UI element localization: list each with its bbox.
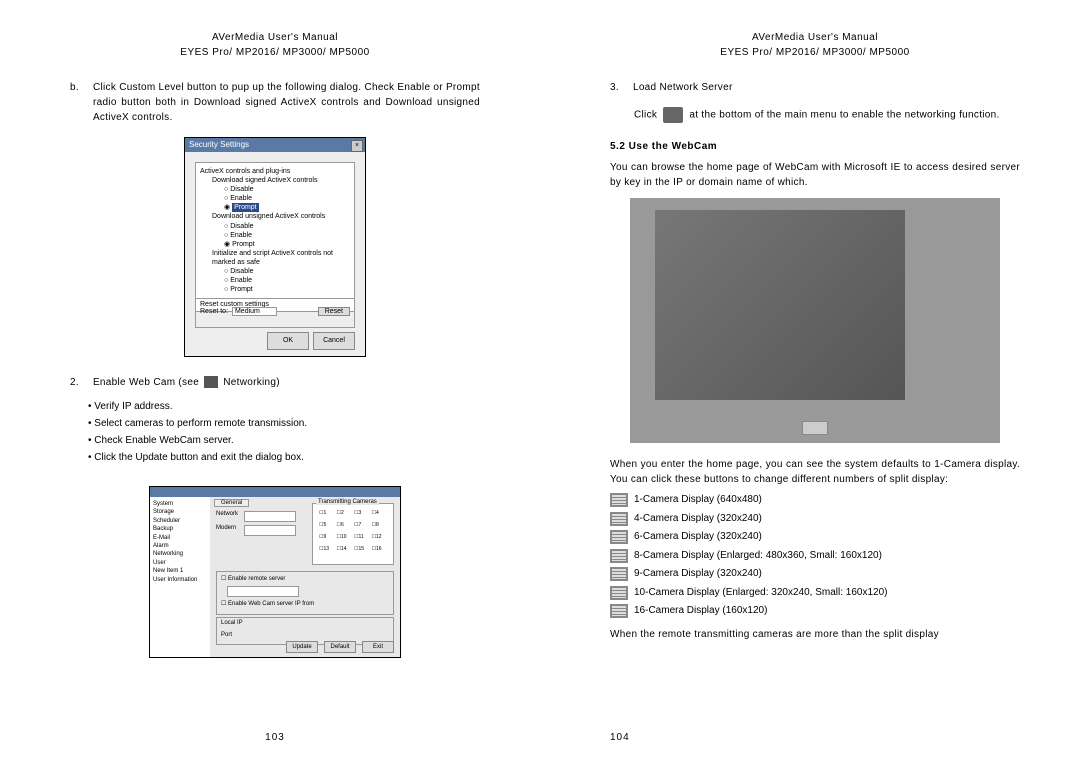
settings-tree: ActiveX controls and plug-ins Download s… bbox=[195, 162, 355, 312]
reset-button[interactable]: Reset bbox=[318, 307, 350, 316]
item-b-label: b. bbox=[70, 80, 79, 125]
page-header: AVerMedia User's Manual EYES Pro/ MP2016… bbox=[610, 30, 1020, 60]
item-3: 3. Load Network Server bbox=[610, 80, 1020, 95]
list-item: 1-Camera Display (640x480) bbox=[610, 491, 1020, 510]
radio-prompt[interactable]: ◉ bbox=[224, 204, 232, 211]
grid-16-icon[interactable] bbox=[610, 604, 628, 618]
grid-1-icon[interactable] bbox=[610, 493, 628, 507]
bullet-item: Check Enable WebCam server. bbox=[88, 432, 480, 449]
reset-select[interactable]: Medium bbox=[232, 307, 277, 316]
list-item: 9-Camera Display (320x240) bbox=[610, 565, 1020, 584]
webcam-screenshot bbox=[630, 198, 1000, 443]
section-intro: You can browse the home page of WebCam w… bbox=[610, 160, 1020, 190]
remote-server-group: ☐ Enable remote server ☐ Enable Web Cam … bbox=[216, 571, 394, 615]
dialog-title: Security Settings bbox=[185, 138, 365, 152]
tab-general[interactable]: General bbox=[214, 499, 249, 507]
grid-4-icon[interactable] bbox=[610, 512, 628, 526]
networking-icon bbox=[204, 376, 218, 388]
close-icon[interactable]: × bbox=[351, 140, 363, 152]
item-2: 2. Enable Web Cam (see Networking) bbox=[70, 375, 480, 390]
exit-button[interactable]: Exit bbox=[362, 641, 394, 653]
header-line2: EYES Pro/ MP2016/ MP3000/ MP5000 bbox=[70, 45, 480, 60]
network-server-icon bbox=[663, 107, 683, 123]
config-tree[interactable]: System Storage Scheduler Backup E-Mail A… bbox=[150, 497, 217, 657]
grid-8-icon[interactable] bbox=[610, 549, 628, 563]
item-3-title: Load Network Server bbox=[633, 80, 733, 95]
tree-node: ActiveX controls and plug-ins bbox=[200, 167, 350, 176]
page-104: AVerMedia User's Manual EYES Pro/ MP2016… bbox=[540, 0, 1080, 763]
section-5-2: 5.2 Use the WebCam bbox=[610, 141, 1020, 152]
page-header: AVerMedia User's Manual EYES Pro/ MP2016… bbox=[70, 30, 480, 60]
page-103: AVerMedia User's Manual EYES Pro/ MP2016… bbox=[0, 0, 540, 763]
item-2-before: Enable Web Cam (see bbox=[93, 377, 199, 388]
list-item: 6-Camera Display (320x240) bbox=[610, 528, 1020, 547]
network-input[interactable] bbox=[244, 511, 296, 522]
bullet-item: Click the Update button and exit the dia… bbox=[88, 449, 480, 466]
item-b: b. Click Custom Level button to pup up t… bbox=[70, 80, 480, 125]
item-b-text: Click Custom Level button to pup up the … bbox=[93, 80, 480, 125]
list-item: 16-Camera Display (160x120) bbox=[610, 602, 1020, 621]
tree-node: Initialize and script ActiveX controls n… bbox=[212, 249, 350, 267]
list-item: 4-Camera Display (320x240) bbox=[610, 510, 1020, 529]
page-number: 103 bbox=[70, 722, 480, 743]
tree-node: Download signed ActiveX controls bbox=[212, 176, 350, 185]
update-button[interactable]: Update bbox=[286, 641, 318, 653]
grid-9-icon[interactable] bbox=[610, 567, 628, 581]
radio-prompt[interactable]: ◉ bbox=[224, 241, 232, 248]
bullet-list: Verify IP address. Select cameras to per… bbox=[88, 398, 480, 466]
config-panel: General Transmitting Cameras ☐1☐2☐3☐4 ☐5… bbox=[210, 497, 400, 657]
cancel-button[interactable]: Cancel bbox=[313, 332, 355, 350]
header-line1: AVerMedia User's Manual bbox=[70, 30, 480, 45]
camera-display-list: 1-Camera Display (640x480) 4-Camera Disp… bbox=[610, 491, 1020, 621]
header-line1: AVerMedia User's Manual bbox=[610, 30, 1020, 45]
ok-button[interactable]: OK bbox=[267, 332, 309, 350]
grid-10-icon[interactable] bbox=[610, 586, 628, 600]
item-2-label: 2. bbox=[70, 375, 79, 390]
item-2-after: Networking) bbox=[223, 377, 280, 388]
webcam-button[interactable] bbox=[802, 421, 828, 435]
item-3-label: 3. bbox=[610, 80, 619, 95]
camera-view bbox=[655, 210, 905, 400]
transmitting-cameras: Transmitting Cameras ☐1☐2☐3☐4 ☐5☐6☐7☐8 ☐… bbox=[312, 503, 394, 565]
tree-node: Download unsigned ActiveX controls bbox=[212, 212, 350, 221]
para3: When the remote transmitting cameras are… bbox=[610, 627, 1020, 642]
grid-6-icon[interactable] bbox=[610, 530, 628, 544]
item-3-body: Click at the bottom of the main menu to … bbox=[634, 107, 1020, 123]
page-number: 104 bbox=[610, 722, 1020, 743]
reset-custom-settings: Reset custom settings Reset to: Medium R… bbox=[195, 298, 355, 328]
default-button[interactable]: Default bbox=[324, 641, 356, 653]
bullet-item: Verify IP address. bbox=[88, 398, 480, 415]
dialog-titlebar bbox=[150, 487, 400, 497]
dialog-buttons: Update Default Exit bbox=[286, 641, 394, 653]
modem-input[interactable] bbox=[244, 525, 296, 536]
para2: When you enter the home page, you can se… bbox=[610, 457, 1020, 487]
bullet-item: Select cameras to perform remote transmi… bbox=[88, 415, 480, 432]
header-line2: EYES Pro/ MP2016/ MP3000/ MP5000 bbox=[610, 45, 1020, 60]
list-item: 10-Camera Display (Enlarged: 320x240, Sm… bbox=[610, 584, 1020, 603]
list-item: 8-Camera Display (Enlarged: 480x360, Sma… bbox=[610, 547, 1020, 566]
system-configuration-dialog: System Storage Scheduler Backup E-Mail A… bbox=[149, 486, 401, 658]
security-settings-dialog: Security Settings × ActiveX controls and… bbox=[184, 137, 366, 357]
